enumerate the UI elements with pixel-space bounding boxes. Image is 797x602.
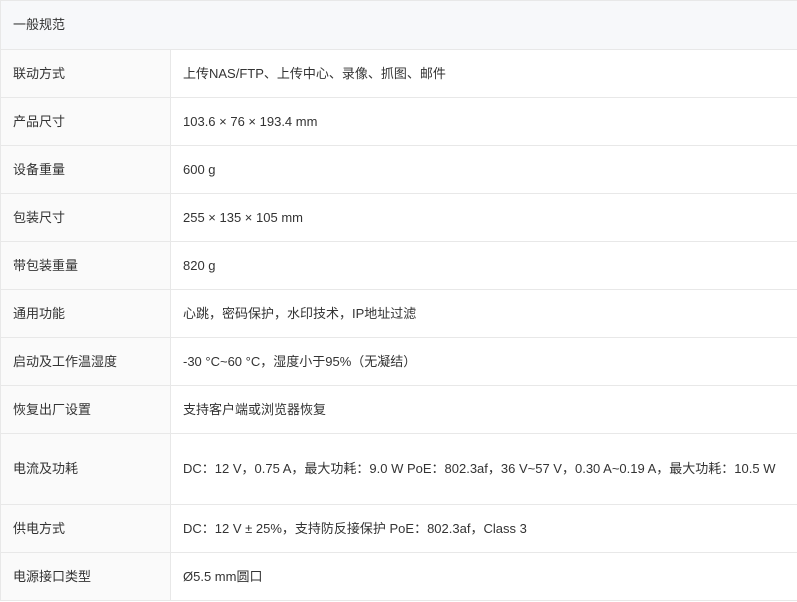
spec-label: 产品尺寸 (0, 97, 171, 146)
spec-value: 600 g (169, 145, 797, 194)
spec-value: 820 g (169, 241, 797, 290)
spec-row-factory-reset: 恢复出厂设置 支持客户端或浏览器恢复 (0, 385, 797, 434)
spec-label: 恢复出厂设置 (0, 385, 171, 434)
spec-row-device-weight: 设备重量 600 g (0, 145, 797, 194)
spec-row-power-supply: 供电方式 DC：12 V ± 25%，支持防反接保护 PoE：802.3af，C… (0, 504, 797, 553)
spec-row-power-consumption: 电流及功耗 DC：12 V，0.75 A，最大功耗：9.0 W PoE：802.… (0, 433, 797, 505)
spec-row-package-weight: 带包装重量 820 g (0, 241, 797, 290)
spec-value: DC：12 V，0.75 A，最大功耗：9.0 W PoE：802.3af，36… (169, 433, 797, 505)
spec-value: -30 °C~60 °C，湿度小于95%（无凝结） (169, 337, 797, 386)
spec-label: 电源接口类型 (0, 552, 171, 601)
spec-label: 设备重量 (0, 145, 171, 194)
spec-label: 电流及功耗 (0, 433, 171, 505)
spec-label: 通用功能 (0, 289, 171, 338)
spec-value: DC：12 V ± 25%，支持防反接保护 PoE：802.3af，Class … (169, 504, 797, 553)
spec-row-product-size: 产品尺寸 103.6 × 76 × 193.4 mm (0, 97, 797, 146)
spec-value: 心跳，密码保护，水印技术，IP地址过滤 (169, 289, 797, 338)
spec-value: 255 × 135 × 105 mm (169, 193, 797, 242)
spec-row-power-interface: 电源接口类型 Ø5.5 mm圆口 (0, 552, 797, 601)
spec-row-temp-humidity: 启动及工作温湿度 -30 °C~60 °C，湿度小于95%（无凝结） (0, 337, 797, 386)
spec-label: 带包装重量 (0, 241, 171, 290)
spec-row-package-size: 包装尺寸 255 × 135 × 105 mm (0, 193, 797, 242)
spec-label: 联动方式 (0, 49, 171, 98)
spec-value: Ø5.5 mm圆口 (169, 552, 797, 601)
spec-label: 启动及工作温湿度 (0, 337, 171, 386)
spec-value: 上传NAS/FTP、上传中心、录像、抓图、邮件 (169, 49, 797, 98)
spec-label: 供电方式 (0, 504, 171, 553)
spec-table: 一般规范 联动方式 上传NAS/FTP、上传中心、录像、抓图、邮件 产品尺寸 1… (0, 0, 797, 601)
spec-value: 支持客户端或浏览器恢复 (169, 385, 797, 434)
spec-row-linkage: 联动方式 上传NAS/FTP、上传中心、录像、抓图、邮件 (0, 49, 797, 98)
spec-label: 包装尺寸 (0, 193, 171, 242)
spec-value: 103.6 × 76 × 193.4 mm (169, 97, 797, 146)
spec-row-general-functions: 通用功能 心跳，密码保护，水印技术，IP地址过滤 (0, 289, 797, 338)
section-header-row: 一般规范 (0, 0, 797, 50)
section-title: 一般规范 (0, 0, 797, 50)
